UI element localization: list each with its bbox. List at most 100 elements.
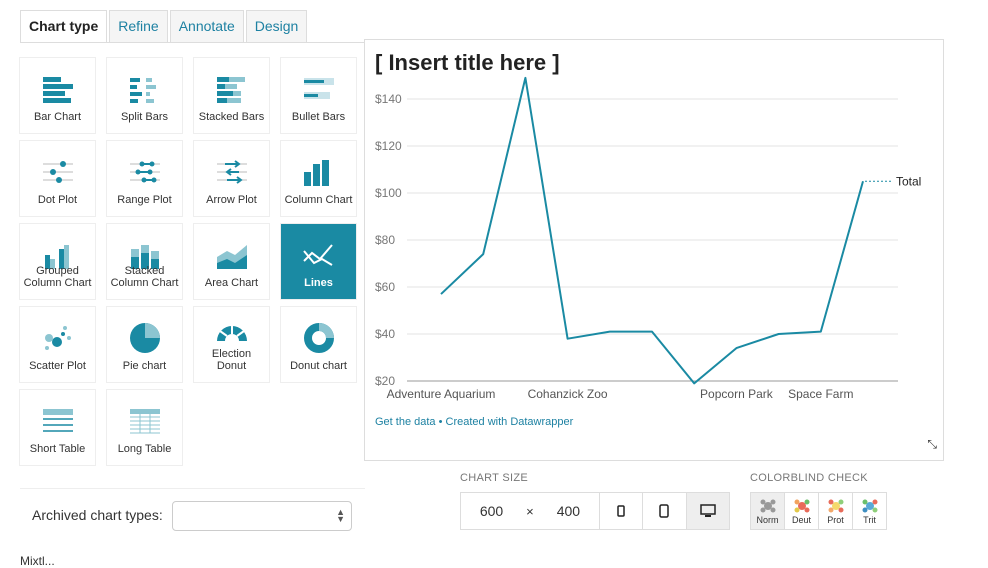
chart-type-short-table[interactable]: Short Table (20, 390, 95, 465)
device-desktop-button[interactable] (686, 493, 729, 529)
chart-type-area-chart[interactable]: Area Chart (194, 224, 269, 299)
tile-label: Long Table (109, 443, 180, 455)
y-tick-label: $120 (375, 139, 402, 153)
chart-size-control: 600 × 400 (460, 492, 730, 530)
colorblind-caption: COLORBLIND CHECK (750, 472, 868, 484)
y-tick-label: $60 (375, 280, 395, 294)
column-chart-icon (299, 151, 339, 193)
chart-size-caption: CHART SIZE (460, 472, 528, 484)
archived-chart-types: Archived chart types: ▲▼ (20, 488, 365, 489)
chart-type-split-bars[interactable]: Split Bars (107, 58, 182, 133)
chart-type-pie-chart[interactable]: Pie chart (107, 307, 182, 382)
chart-type-scatter-plot[interactable]: Scatter Plot (20, 307, 95, 382)
chart-type-column-chart[interactable]: Column Chart (281, 141, 356, 216)
times-sign: × (522, 493, 538, 529)
tile-label: Lines (283, 277, 354, 289)
short-table-icon (38, 400, 78, 442)
tab-annotate[interactable]: Annotate (170, 10, 244, 42)
dot-plot-icon (38, 151, 78, 193)
cut-off-text: Mixtl... (20, 554, 55, 568)
tab-refine[interactable]: Refine (109, 10, 167, 42)
trit-dots-icon (861, 497, 879, 515)
colorblind-prot-label: Prot (827, 515, 844, 525)
split-bars-icon (125, 68, 165, 110)
chart-credits[interactable]: Get the data • Created with Datawrapper (375, 416, 573, 428)
range-plot-icon (125, 151, 165, 193)
y-tick-label: $100 (375, 186, 402, 200)
series-line-total (441, 78, 863, 384)
chart-type-stacked-column[interactable]: Stacked Column Chart (107, 224, 182, 299)
tile-label: Grouped Column Chart (22, 265, 93, 289)
tab-divider (20, 42, 365, 43)
y-tick-label: $80 (375, 233, 395, 247)
tile-label: Bullet Bars (283, 111, 354, 123)
archived-label: Archived chart types: (32, 507, 163, 523)
colorblind-modes: Norm Deut Prot Trit (750, 492, 886, 530)
arrow-plot-icon (212, 151, 252, 193)
tile-label: Scatter Plot (22, 360, 93, 372)
scatter-plot-icon (38, 317, 78, 359)
colorblind-deut-button[interactable]: Deut (784, 492, 819, 530)
colorblind-trit-button[interactable]: Trit (852, 492, 887, 530)
chart-type-dot-plot[interactable]: Dot Plot (20, 141, 95, 216)
y-tick-label: $20 (375, 374, 395, 388)
x-tick-label: Space Farm (788, 387, 853, 401)
chart-type-lines[interactable]: Lines (281, 224, 356, 299)
phone-small-icon (617, 505, 625, 517)
tile-label: Bar Chart (22, 111, 93, 123)
tile-label: Dot Plot (22, 194, 93, 206)
y-tick-label: $140 (375, 92, 402, 106)
bar-chart-icon (38, 68, 78, 110)
tile-label: Short Table (22, 443, 93, 455)
lines-icon (299, 234, 339, 276)
chart-type-grouped-column[interactable]: Grouped Column Chart (20, 224, 95, 299)
tile-label: Pie chart (109, 360, 180, 372)
tab-chart-type[interactable]: Chart type (20, 10, 107, 43)
norm-dots-icon (759, 497, 777, 515)
bullet-bars-icon (299, 68, 339, 110)
tile-label: Area Chart (196, 277, 267, 289)
tab-bar: Chart type Refine Annotate Design (20, 10, 309, 43)
colorblind-norm-label: Norm (757, 515, 779, 525)
tile-label: Election Donut (196, 348, 267, 372)
chart-width-input[interactable]: 600 (461, 493, 522, 529)
y-tick-label: $40 (375, 327, 395, 341)
select-caret-icon: ▲▼ (336, 509, 345, 523)
chart-type-stacked-bars[interactable]: Stacked Bars (194, 58, 269, 133)
tile-label: Stacked Column Chart (109, 265, 180, 289)
chart-type-bullet-bars[interactable]: Bullet Bars (281, 58, 356, 133)
x-tick-label: Adventure Aquarium (387, 387, 496, 401)
chart-type-arrow-plot[interactable]: Arrow Plot (194, 141, 269, 216)
long-table-icon (125, 400, 165, 442)
chart-height-input[interactable]: 400 (538, 493, 599, 529)
tile-label: Arrow Plot (196, 194, 267, 206)
series-label-total: Total (896, 174, 921, 188)
chart-type-election-donut[interactable]: Election Donut (194, 307, 269, 382)
tile-label: Stacked Bars (196, 111, 267, 123)
tile-label: Donut chart (283, 360, 354, 372)
tile-label: Range Plot (109, 194, 180, 206)
device-tablet-button[interactable] (642, 493, 685, 529)
chart-preview: [ Insert title here ] $20$40$60$80$100$1… (364, 39, 944, 461)
tab-design[interactable]: Design (246, 10, 308, 42)
device-mobile-small-button[interactable] (599, 493, 642, 529)
colorblind-trit-label: Trit (863, 515, 876, 525)
area-chart-icon (212, 234, 252, 276)
colorblind-prot-button[interactable]: Prot (818, 492, 853, 530)
colorblind-panel: COLORBLIND CHECK Norm Deut Prot Trit (750, 472, 868, 484)
resize-handle-icon[interactable]: ⤡ (927, 437, 937, 452)
colorblind-norm-button[interactable]: Norm (750, 492, 785, 530)
chart-type-grid: Bar Chart Split Bars Stacked Bars Bullet… (20, 58, 356, 465)
deut-dots-icon (793, 497, 811, 515)
chart-size-panel: CHART SIZE 600 × 400 (460, 472, 528, 484)
chart-type-bar-chart[interactable]: Bar Chart (20, 58, 95, 133)
colorblind-deut-label: Deut (792, 515, 811, 525)
chart-type-long-table[interactable]: Long Table (107, 390, 182, 465)
pie-chart-icon (125, 317, 165, 359)
donut-chart-icon (299, 317, 339, 359)
chart-type-range-plot[interactable]: Range Plot (107, 141, 182, 216)
archived-select[interactable]: ▲▼ (172, 501, 352, 531)
tablet-icon (659, 504, 669, 518)
desktop-icon (700, 504, 716, 518)
chart-type-donut-chart[interactable]: Donut chart (281, 307, 356, 382)
